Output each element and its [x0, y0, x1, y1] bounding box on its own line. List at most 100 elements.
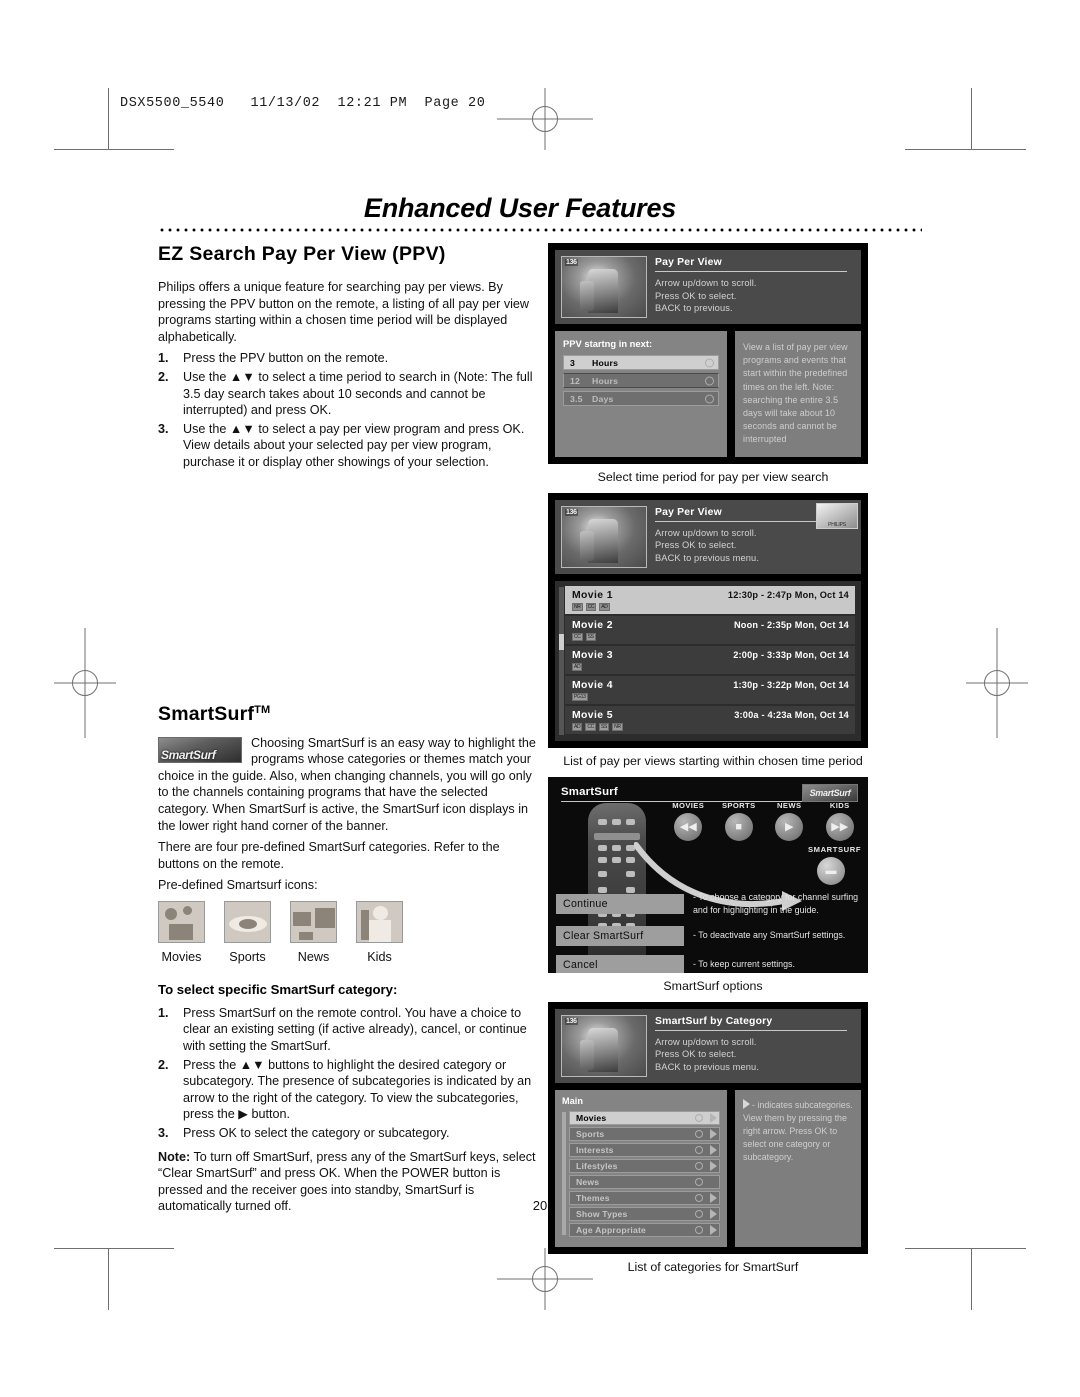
figure-smartsurf-categories: 136 SmartSurf by Category Arrow up/down …: [548, 1001, 878, 1283]
key-movies[interactable]: MOVIES ◀◀: [666, 801, 711, 841]
tag-icon: CC: [585, 602, 597, 611]
tag-icon: NR: [572, 602, 583, 611]
scrollbar[interactable]: [562, 1111, 566, 1235]
video-thumbnail: 136: [561, 505, 647, 568]
movie-time: 12:30p - 2:47p Mon, Oct 14: [727, 589, 849, 600]
tag-icon: AD: [572, 722, 583, 731]
scrollbar-thumb[interactable]: [559, 633, 564, 650]
option-row-cancel: Cancel - To keep current settings.: [556, 954, 860, 973]
time-option-12-hours[interactable]: 12 Hours: [563, 373, 719, 388]
radio-icon[interactable]: [695, 1129, 703, 1138]
instruction-line: BACK to previous menu.: [655, 552, 759, 563]
smartsurf-key-icon[interactable]: ▬: [817, 856, 845, 885]
chevron-right-icon[interactable]: [710, 1160, 717, 1171]
instruction-line: Press OK to select.: [655, 1049, 737, 1060]
figure-caption-1: Select time period for pay per view sear…: [597, 469, 829, 484]
table-row[interactable]: Movie 5 3:00a - 4:23a Mon, Oct 14 AD CC …: [565, 705, 855, 734]
tag-icon: NR: [612, 722, 623, 731]
rating-tags: AD: [572, 662, 849, 671]
radio-icon[interactable]: [695, 1225, 703, 1234]
time-option-35-days[interactable]: 3.5 Days: [563, 391, 719, 406]
category-label: Age Appropriate: [576, 1224, 647, 1235]
note-label: Note:: [158, 1149, 191, 1164]
key-label: SMARTSURF: [808, 844, 862, 854]
rating-tags: CC SS: [572, 632, 849, 641]
radio-icon[interactable]: [695, 1177, 703, 1186]
movie-list: Movie 1 12:30p - 2:47p Mon, Oct 14 NR CC…: [555, 580, 861, 741]
table-row[interactable]: Movie 2 Noon - 2:35p Mon, Oct 14 CC SS: [565, 615, 855, 644]
list-item: 2. Press the ▲▼ buttons to highlight the…: [158, 1057, 538, 1123]
news-globe-icon: [290, 900, 337, 943]
figure-ppv-time-select: 136 Pay Per View Arrow up/down to scroll…: [548, 243, 878, 493]
tv-banner-1: 136 Pay Per View Arrow up/down to scroll…: [555, 250, 861, 324]
category-label: Interests: [576, 1144, 614, 1155]
ppv-steps-list: 1. Press the PPV button on the remote. 2…: [158, 350, 538, 470]
section-heading-smartsurf: SmartSurfTM: [158, 703, 538, 726]
category-item-interests[interactable]: Interests: [569, 1142, 720, 1157]
radio-icon[interactable]: [705, 358, 714, 367]
key-kids[interactable]: KIDS ▶▶: [818, 801, 863, 841]
figure-caption-4: List of categories for SmartSurf: [627, 1259, 799, 1274]
radio-icon[interactable]: [695, 1113, 703, 1122]
chapter-title: Enhanced User Features: [363, 193, 677, 223]
list-item: 1. Press SmartSurf on the remote control…: [158, 1005, 538, 1055]
category-item-lifestyles[interactable]: Lifestyles: [569, 1158, 720, 1173]
key-sports[interactable]: SPORTS ■: [717, 801, 762, 841]
chevron-right-icon[interactable]: [710, 1112, 717, 1123]
step-number: 1.: [158, 351, 169, 366]
tv-screen-1: 136 Pay Per View Arrow up/down to scroll…: [548, 243, 868, 464]
chevron-right-icon[interactable]: [710, 1128, 717, 1139]
table-row[interactable]: Movie 1 12:30p - 2:47p Mon, Oct 14 NR CC…: [565, 585, 855, 614]
movie-name: Movie 4: [572, 679, 613, 691]
key-row: MOVIES ◀◀ SPORTS ■ NEWS ▶ KIDS ▶▶: [666, 801, 862, 841]
chevron-right-icon[interactable]: [710, 1144, 717, 1155]
scrollbar[interactable]: [559, 586, 564, 735]
continue-button[interactable]: Continue: [556, 893, 684, 914]
stop-icon[interactable]: ■: [724, 812, 753, 841]
key-label: KIDS: [829, 800, 850, 810]
option-description: - To keep current settings.: [693, 959, 795, 970]
trademark-symbol: TM: [254, 703, 271, 716]
play-icon[interactable]: ▶: [775, 812, 804, 841]
smartsurf-option-rows: Continue - To choose a category for chan…: [556, 891, 860, 973]
time-option-3-hours[interactable]: 3 Hours: [563, 355, 719, 370]
rewind-icon[interactable]: ◀◀: [674, 812, 703, 841]
chevron-right-icon[interactable]: [710, 1224, 717, 1235]
radio-icon[interactable]: [705, 394, 714, 403]
fast-forward-icon[interactable]: ▶▶: [825, 812, 854, 841]
radio-icon[interactable]: [695, 1161, 703, 1170]
step-text: Press SmartSurf on the remote control. Y…: [183, 1005, 527, 1054]
step-number: 3.: [158, 421, 169, 436]
category-panel: Main Movies Sports Interests Lifestyles …: [555, 1089, 727, 1247]
key-label: MOVIES: [672, 800, 705, 810]
step-number: 2.: [158, 1057, 169, 1072]
category-steps-list: 1. Press SmartSurf on the remote control…: [158, 1005, 538, 1142]
subheading-select-category: To select specific SmartSurf category:: [158, 981, 398, 997]
key-label: SPORTS: [721, 800, 756, 810]
figure-caption-2: List of pay per views starting within ch…: [563, 753, 863, 768]
step-text: Press OK to select the category or subca…: [183, 1126, 450, 1141]
key-news[interactable]: NEWS ▶: [767, 801, 812, 841]
category-item-news[interactable]: News: [569, 1174, 720, 1189]
category-item-movies[interactable]: Movies: [569, 1110, 720, 1125]
table-row[interactable]: Movie 3 2:00p - 3:33p Mon, Oct 14 AD: [565, 645, 855, 674]
radio-icon[interactable]: [695, 1145, 703, 1154]
smartsurf-paragraph-3: Pre-defined Smartsurf icons:: [158, 878, 318, 893]
key-smartsurf[interactable]: SMARTSURF ▬: [808, 844, 862, 885]
ppv-help-panel: View a list of pay per view programs and…: [735, 331, 861, 457]
option-row-clear: Clear SmartSurf - To deactivate any Smar…: [556, 925, 860, 946]
clear-smartsurf-button[interactable]: Clear SmartSurf: [556, 925, 684, 946]
tv-screen-3: SmartSurf SmartSurf MOVIES ◀◀ SPORTS ■ N…: [548, 776, 868, 973]
cancel-button[interactable]: Cancel: [556, 954, 684, 973]
table-row[interactable]: Movie 4 1:30p - 3:22p Mon, Oct 14 PG13: [565, 675, 855, 704]
video-thumbnail: 136: [561, 1014, 647, 1077]
movie-name: Movie 5: [572, 709, 613, 721]
channel-number: 136: [565, 508, 578, 516]
video-thumbnail: 136: [561, 256, 647, 318]
category-item-sports[interactable]: Sports: [569, 1126, 720, 1141]
radio-icon[interactable]: [705, 376, 714, 385]
tag-icon: CC: [585, 722, 596, 731]
category-item-age-appropriate[interactable]: Age Appropriate: [569, 1222, 720, 1237]
panel-label: PPV startng in next:: [563, 338, 653, 349]
ppv-intro-paragraph: Philips offers a unique feature for sear…: [158, 280, 530, 344]
